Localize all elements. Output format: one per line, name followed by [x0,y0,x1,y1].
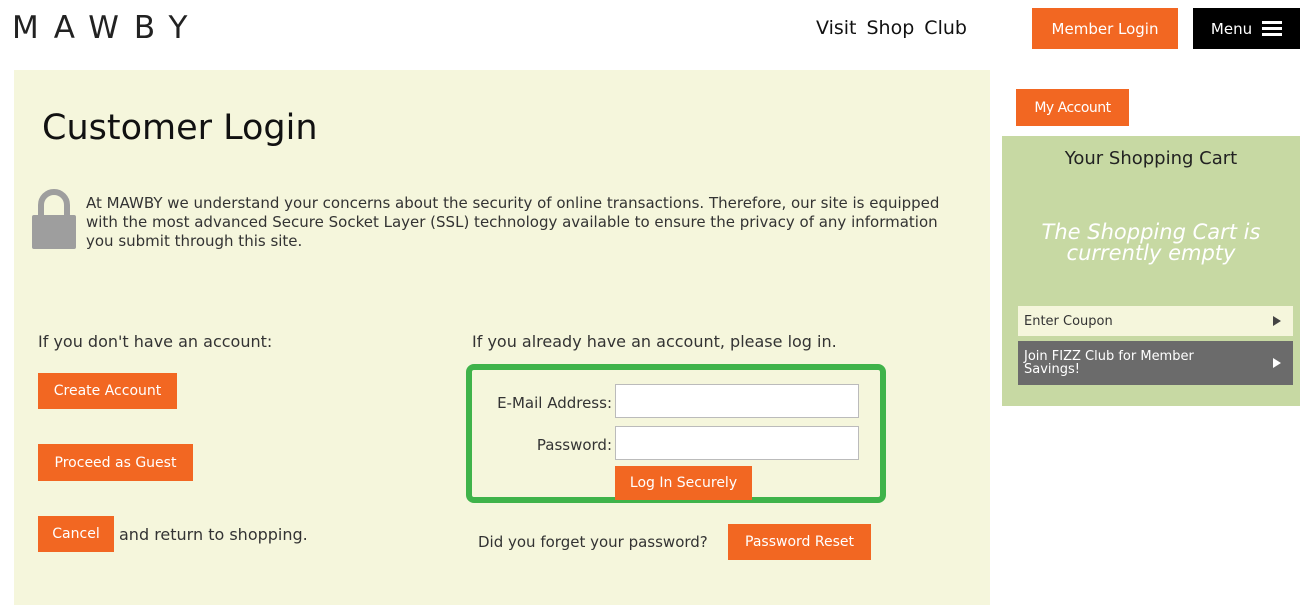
email-field[interactable] [615,384,859,418]
security-intro-text: At MAWBY we understand your concerns abo… [86,194,940,250]
log-in-securely-button[interactable]: Log In Securely [615,466,752,500]
return-to-shopping-text: and return to shopping. [119,525,308,544]
have-account-heading: If you already have an account, please l… [472,332,837,351]
member-login-button[interactable]: Member Login [1032,8,1178,49]
nav-visit[interactable]: Visit [816,17,857,39]
page-title: Customer Login [42,108,318,148]
password-label: Password: [536,436,612,454]
create-account-button[interactable]: Create Account [38,373,177,409]
join-fizz-club-row[interactable]: Join FIZZ Club for Member Savings! [1018,341,1293,385]
main-nav: Visit Shop Club [816,17,967,39]
login-panel: Customer Login At MAWBY we understand yo… [14,70,990,605]
site-logo[interactable]: MAWBY [12,10,202,46]
cart-title: Your Shopping Cart [1064,148,1238,169]
menu-label: Menu [1210,19,1253,38]
password-reset-button[interactable]: Password Reset [728,524,871,560]
shopping-cart-panel: Your Shopping Cart The Shopping Cart is … [1002,136,1300,406]
my-account-button[interactable]: My Account [1016,89,1129,126]
hamburger-icon [1262,21,1283,36]
proceed-as-guest-button[interactable]: Proceed as Guest [38,444,193,481]
enter-coupon-row[interactable]: Enter Coupon [1018,306,1293,336]
enter-coupon-label: Enter Coupon [1024,313,1113,329]
triangle-right-icon [1273,316,1281,326]
forgot-password-text: Did you forget your password? [478,533,708,551]
lock-icon [32,189,76,249]
password-field[interactable] [615,426,859,460]
login-form: E-Mail Address: Password: Log In Securel… [466,364,886,503]
nav-club[interactable]: Club [924,17,967,39]
triangle-right-icon [1273,358,1281,368]
join-fizz-club-label: Join FIZZ Club for Member Savings! [1024,349,1194,377]
nav-shop[interactable]: Shop [867,17,915,39]
cancel-button[interactable]: Cancel [38,516,114,552]
menu-button[interactable]: Menu [1193,8,1300,49]
cart-empty-message: The Shopping Cart is currently empty [1041,220,1261,265]
email-label: E-Mail Address: [497,394,612,412]
no-account-heading: If you don't have an account: [38,332,273,351]
